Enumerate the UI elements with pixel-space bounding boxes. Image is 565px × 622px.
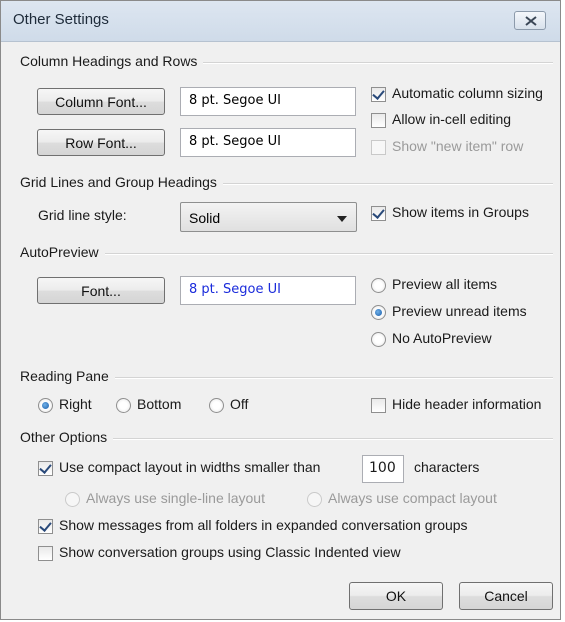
close-button[interactable] — [514, 11, 546, 30]
row-font-button[interactable]: Row Font... — [37, 129, 165, 156]
dialog-title: Other Settings — [13, 11, 109, 28]
column-font-button-label: Column Font... — [55, 93, 147, 110]
reading-pane-off-radio[interactable] — [209, 398, 224, 413]
no-autopreview-label: No AutoPreview — [392, 330, 492, 346]
close-icon — [525, 16, 537, 26]
always-compact-layout-radio[interactable] — [307, 492, 322, 507]
single-line-layout-label: Always use single-line layout — [86, 490, 265, 506]
ok-button[interactable]: OK — [349, 582, 443, 610]
always-compact-layout-label: Always use compact layout — [328, 490, 497, 506]
show-items-in-groups-checkbox[interactable] — [371, 206, 386, 221]
grid-line-style-value: Solid — [189, 210, 221, 226]
allow-in-cell-editing-label: Allow in-cell editing — [392, 111, 512, 127]
autopreview-font-button-label: Font... — [81, 282, 121, 299]
dropdown-arrow-icon — [337, 216, 347, 222]
no-autopreview-radio[interactable] — [371, 332, 386, 347]
reading-pane-right-radio[interactable] — [38, 398, 53, 413]
preview-unread-items-radio[interactable] — [371, 305, 386, 320]
cancel-button-label: Cancel — [484, 588, 528, 604]
show-new-item-row-label: Show "new item" row — [392, 138, 524, 154]
preview-all-items-label: Preview all items — [392, 276, 498, 292]
allow-in-cell-editing-checkbox[interactable] — [371, 113, 386, 128]
hide-header-information-checkbox[interactable] — [371, 398, 386, 413]
column-font-button[interactable]: Column Font... — [37, 88, 165, 115]
autopreview-font-button[interactable]: Font... — [37, 277, 165, 304]
row-font-button-label: Row Font... — [65, 134, 137, 151]
reading-pane-group-title: Reading Pane — [20, 368, 115, 384]
other-options-group-title: Other Options — [20, 429, 114, 445]
grid-line-style-dropdown[interactable]: Solid — [180, 202, 357, 232]
autopreview-group-title: AutoPreview — [20, 244, 105, 260]
classic-indented-label: Show conversation groups using Classic I… — [59, 544, 401, 560]
preview-all-items-radio[interactable] — [371, 278, 386, 293]
grid-line-style-label: Grid line style: — [38, 207, 127, 223]
preview-unread-items-label: Preview unread items — [392, 303, 527, 319]
automatic-column-sizing-checkbox[interactable] — [371, 87, 386, 102]
compact-layout-label: Use compact layout in widths smaller tha… — [59, 459, 321, 475]
show-messages-all-folders-checkbox[interactable] — [38, 519, 53, 534]
cancel-button[interactable]: Cancel — [459, 582, 553, 610]
single-line-layout-radio[interactable] — [65, 492, 80, 507]
column-headings-group-title: Column Headings and Rows — [20, 53, 204, 69]
autopreview-font-value: 8 pt. Segoe UI — [180, 276, 356, 305]
reading-pane-right-label: Right — [59, 396, 92, 412]
title-bar: Other Settings — [1, 1, 560, 42]
other-settings-dialog: Other Settings Column Headings and Rows … — [0, 0, 561, 620]
ok-button-label: OK — [385, 588, 407, 604]
show-messages-all-folders-label: Show messages from all folders in expand… — [59, 517, 468, 533]
compact-layout-width-input[interactable]: 100 — [362, 455, 404, 483]
show-items-in-groups-label: Show items in Groups — [392, 204, 529, 220]
reading-pane-bottom-radio[interactable] — [116, 398, 131, 413]
row-font-value: 8 pt. Segoe UI — [180, 128, 356, 157]
grid-lines-group-title: Grid Lines and Group Headings — [20, 174, 223, 190]
hide-header-information-label: Hide header information — [392, 396, 542, 412]
automatic-column-sizing-label: Automatic column sizing — [392, 85, 543, 101]
classic-indented-checkbox[interactable] — [38, 546, 53, 561]
compact-layout-suffix: characters — [414, 459, 480, 475]
show-new-item-row-checkbox[interactable] — [371, 140, 386, 155]
column-font-value: 8 pt. Segoe UI — [180, 87, 356, 116]
reading-pane-off-label: Off — [230, 396, 249, 412]
compact-layout-checkbox[interactable] — [38, 461, 53, 476]
reading-pane-bottom-label: Bottom — [137, 396, 182, 412]
